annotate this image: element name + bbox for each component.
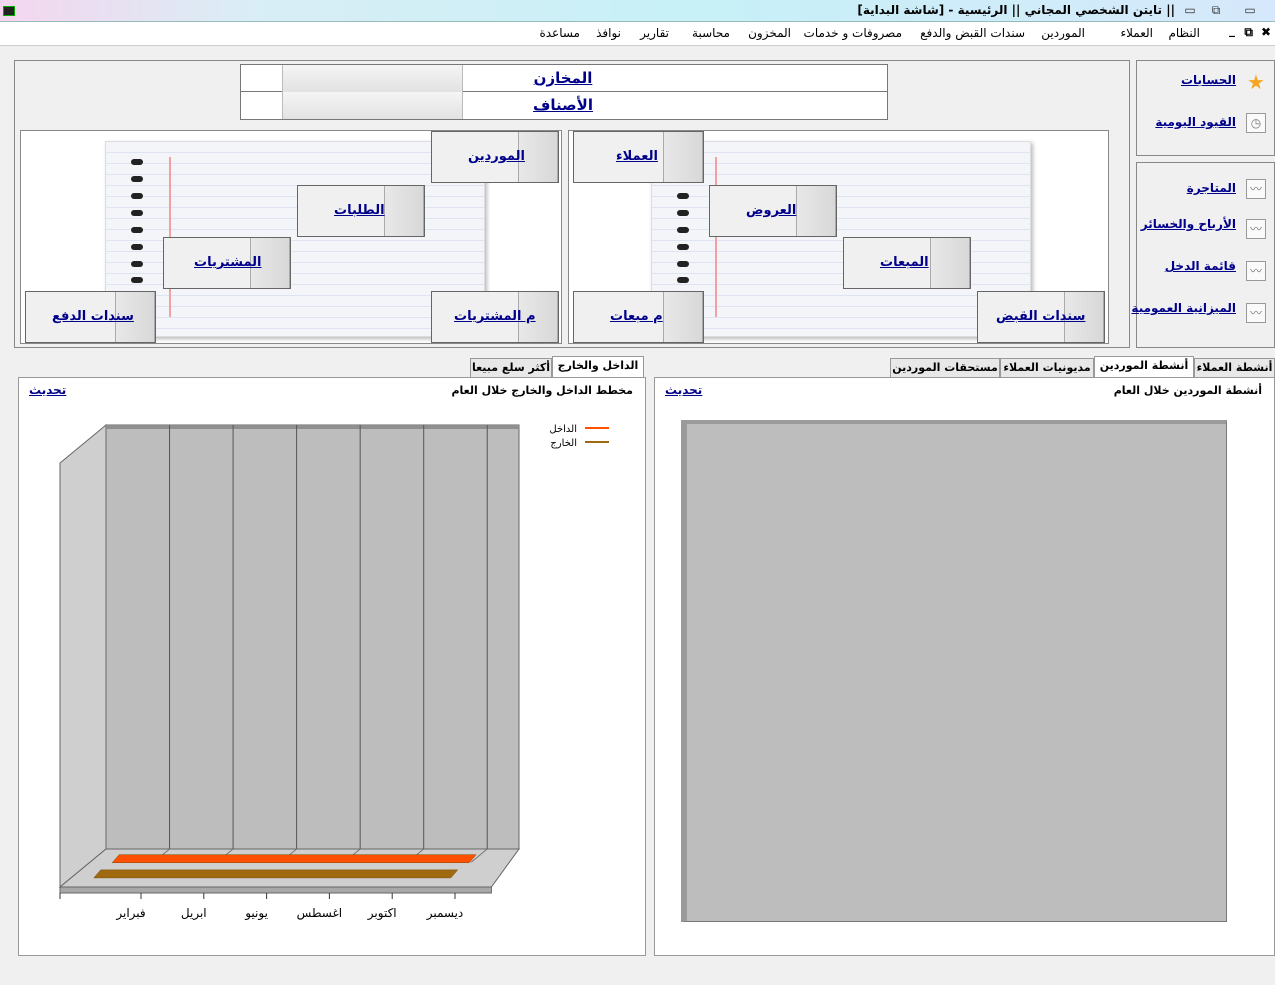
supplier-activities-pane: أنشطة الموردين خلال العام تحديث [654,377,1275,956]
receipts-button[interactable]: سندات القبض [977,291,1105,343]
empty-chart-area [681,420,1227,922]
purchase-returns-button[interactable]: م المشتريات [431,291,559,343]
menu-expenses[interactable]: مصروفات و خدمات [804,26,902,40]
link-accounts[interactable]: الحسابات [1181,73,1236,87]
refresh-button[interactable]: تحديث [665,383,702,397]
header-table: المخازن الأصناف [240,64,888,120]
pane-title: أنشطة الموردين خلال العام [1113,384,1262,397]
menu-reports[interactable]: تقارير [640,26,669,40]
menu-bar: ✖ ⧉ _ النظام العملاء الموردين سندات القب… [0,22,1275,46]
chart-line-icon: 〰 [1246,261,1266,281]
mdi-minimize-icon[interactable]: _ [1229,23,1235,37]
chart-line-icon: 〰 [1246,219,1266,239]
link-trading[interactable]: المتاجرة [1187,181,1236,195]
menu-customers[interactable]: العملاء [1120,26,1153,40]
chart-back-wall [105,424,520,850]
tab-customer-activities[interactable]: أنشطة العملاء [1194,358,1275,378]
chart-top-edge [106,425,519,429]
payments-label: سندات الدفع [52,309,134,324]
x-tick-label: اغسطس [297,906,342,921]
restore-icon[interactable]: ⧉ [1204,2,1228,18]
menu-suppliers[interactable]: الموردين [1041,26,1085,40]
in-out-chart: ديسمبر اكتوبر اغسطس يونيو ابريل فبراير الداخل ا… [58,423,609,921]
suppliers-label: الموردين [468,149,525,164]
sales-label: المبعات [880,255,929,270]
x-tick-label: فبراير [115,906,145,921]
menu-accounting[interactable]: محاسبة [692,26,730,40]
series-in-ribbon [111,854,477,863]
sales-returns-button[interactable]: م مبعات [573,291,704,343]
tab-supplier-dues[interactable]: مستحقات الموردين [890,358,1000,378]
x-tick-label: ديسمبر [426,906,464,921]
tab-customer-debts[interactable]: مديونيات العملاء [1000,358,1094,378]
sales-button[interactable]: المبعات [843,237,971,289]
customers-button[interactable]: العملاء [573,131,704,183]
notebook-illustration [651,141,1031,337]
menu-windows[interactable]: نوافذ [596,26,621,40]
link-profit-loss[interactable]: الأرباح والخسائر [1141,217,1236,231]
star-icon: ★ [1247,70,1265,94]
mdi-close-icon[interactable]: ✖ [1261,25,1271,39]
menu-receipts-payments[interactable]: سندات القبض والدفع [920,26,1025,40]
suppliers-button[interactable]: الموردين [431,131,559,183]
receipts-label: سندات القبض [996,309,1086,324]
sales-returns-label: م مبعات [610,309,663,324]
orders-label: الطلبات [334,203,385,218]
tab-supplier-activities[interactable]: أنشطة الموردين [1094,356,1194,378]
purchases-button[interactable]: المشتريات [163,237,291,289]
title-bar: || تايتن الشخصي المجاني || الرئيسية - [ش… [0,0,1275,22]
notebook-illustration [105,141,485,337]
clock-icon: ◷ [1246,113,1266,133]
x-tick-label: ابريل [181,906,207,921]
link-warehouses[interactable]: المخازن [463,65,663,92]
orders-button[interactable]: الطلبات [297,185,425,237]
offers-label: العروض [746,203,797,218]
accounts-side-panel: ★ الحسابات ◷ القيود اليومية [1136,60,1275,156]
close-icon[interactable]: ▭ [1238,2,1262,18]
tab-in-out[interactable]: الداخل والخارج [552,356,644,378]
menu-inventory[interactable]: المخزون [748,26,791,40]
x-tick-label: يونيو [244,906,268,921]
reports-side-panel: 〰 المتاجرة 〰 الأرباح والخسائر 〰 قائمة ال… [1131,162,1275,348]
mdi-restore-icon[interactable]: ⧉ [1244,25,1253,40]
chart-floor-edge [59,886,492,894]
customers-label: العملاء [616,149,658,164]
minimize-icon[interactable]: ▭ [1178,2,1202,18]
series-out-ribbon [93,869,459,879]
chart-line-icon: 〰 [1246,179,1266,199]
offers-button[interactable]: العروض [709,185,837,237]
legend-label: الخارج [550,438,577,449]
app-icon [3,6,15,16]
in-out-pane: مخطط الداخل والخارج خلال العام تحديث ديس… [18,377,646,956]
chart-line-icon: 〰 [1246,303,1266,323]
link-balance-sheet[interactable]: الميزانية العمومية [1131,301,1236,315]
link-income-statement[interactable]: قائمة الدخل [1165,259,1236,273]
menu-system[interactable]: النظام [1168,26,1200,40]
customers-notebook-area: العملاء العروض المبعات م مبعات سندات الق… [568,130,1109,344]
payments-button[interactable]: سندات الدفع [25,291,156,343]
legend-label: الداخل [549,424,577,435]
chart-side-wall [59,423,107,889]
window-title: || تايتن الشخصي المجاني || الرئيسية - [ش… [857,3,1175,17]
x-tick-label: اكتوبر [367,906,397,921]
menu-help[interactable]: مساعدة [539,26,580,40]
link-daily-entries[interactable]: القيود اليومية [1155,115,1236,129]
purchases-label: المشتريات [194,255,262,270]
tab-best-sellers[interactable]: أكثر سلع مبيعا [470,358,552,378]
link-items[interactable]: الأصناف [463,92,663,119]
purchase-returns-label: م المشتريات [454,309,536,324]
suppliers-notebook-area: الموردين الطلبات المشتريات سندات الدفع م… [20,130,562,344]
